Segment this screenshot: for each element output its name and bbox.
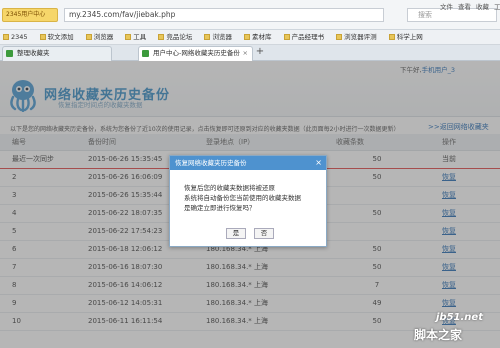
menu-tools[interactable]: 工具: [494, 3, 500, 11]
tab-organize-favorites[interactable]: 整理收藏夹: [2, 46, 112, 61]
dialog-line-2: 系统将自动备份您当前使用的收藏夹数据: [184, 194, 301, 202]
folder-icon: [244, 34, 251, 40]
tab-backup-history[interactable]: 用户中心-网络收藏夹历史备份 ×: [138, 46, 253, 61]
folder-icon: [388, 34, 395, 40]
menu-view[interactable]: 查看: [458, 3, 471, 11]
tab-strip: 整理收藏夹 用户中心-网络收藏夹历史备份 ×: [0, 45, 500, 61]
folder-icon: [3, 34, 9, 40]
confirm-no-button[interactable]: 否: [254, 228, 274, 239]
page-icon: [142, 50, 149, 57]
bookmark-item[interactable]: 竞品论坛: [158, 33, 192, 41]
dialog-title: 恢复网络收藏夹历史备份: [170, 156, 326, 170]
page-icon: [6, 50, 13, 57]
site-logo-badge[interactable]: 2345用户中心: [2, 8, 58, 22]
folder-icon: [158, 34, 165, 40]
folder-icon: [39, 34, 46, 40]
close-icon[interactable]: ×: [315, 156, 322, 170]
menu-favorites[interactable]: 收藏: [476, 3, 489, 11]
url-input[interactable]: my.2345.com/fav/jiebak.php: [64, 8, 384, 22]
bookmark-item[interactable]: 产品经理书: [283, 33, 324, 41]
folder-icon: [283, 34, 290, 40]
bookmark-item[interactable]: 2345: [3, 33, 28, 41]
menu-file[interactable]: 文件: [440, 3, 453, 11]
confirm-yes-button[interactable]: 是: [226, 228, 246, 239]
folder-icon: [204, 34, 211, 40]
close-tab-icon[interactable]: ×: [243, 47, 248, 60]
dialog-message: 恢复后您的收藏夹数据将被还原 系统将自动备份您当前使用的收藏夹数据 是确定立即进…: [184, 183, 324, 213]
dialog-line-1: 恢复后您的收藏夹数据将被还原: [184, 184, 275, 192]
bookmark-item[interactable]: 工具: [125, 33, 146, 41]
bookmark-item[interactable]: 浏览器评测: [336, 33, 377, 41]
bookmark-item[interactable]: 浏览器: [204, 33, 232, 41]
watermark-url: jb51.net: [436, 312, 483, 323]
restore-confirm-dialog: 恢复网络收藏夹历史备份 × 恢复后您的收藏夹数据将被还原 系统将自动备份您当前使…: [169, 155, 327, 247]
new-tab-button[interactable]: +: [254, 46, 266, 59]
bookmarks-bar: 2345 软文添加 浏览器 工具 竞品论坛 浏览器 素材库 产品经理书 浏览器评…: [0, 30, 500, 45]
bookmark-item[interactable]: 科学上网: [388, 33, 423, 41]
menu-bar: 文件查看收藏工具: [440, 1, 500, 11]
bookmark-item[interactable]: 浏览器: [85, 33, 113, 41]
watermark-site: 脚本之家: [414, 328, 463, 342]
bookmark-item[interactable]: 素材库: [244, 33, 272, 41]
folder-icon: [336, 34, 343, 40]
dialog-line-3: 是确定立即进行恢复吗？: [184, 204, 256, 212]
bookmark-item[interactable]: 软文添加: [39, 33, 74, 41]
folder-icon: [85, 34, 92, 40]
folder-icon: [125, 34, 132, 40]
